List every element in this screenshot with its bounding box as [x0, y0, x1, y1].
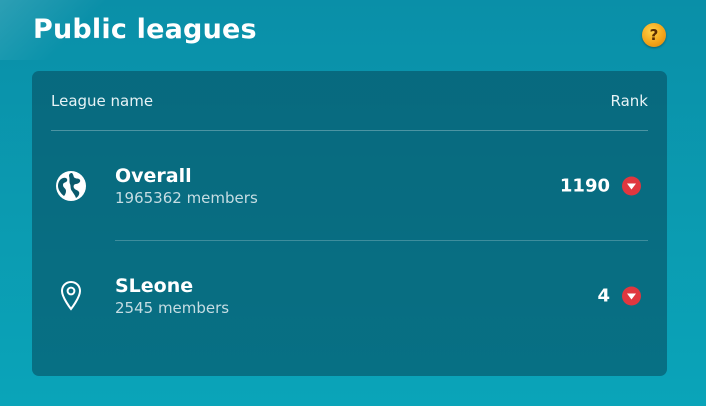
league-name[interactable]: Overall	[115, 164, 258, 188]
rank-down-arrow-icon	[622, 176, 641, 196]
rank-value: 4	[597, 285, 610, 307]
table-header: League name Rank	[51, 71, 648, 131]
league-member-count: 2545 members	[115, 299, 230, 317]
location-pin-icon	[60, 280, 82, 311]
leagues-panel: League name Rank Overall 1965362 members…	[32, 71, 667, 376]
globe-icon	[56, 171, 86, 201]
column-header-rank: Rank	[610, 91, 648, 110]
column-header-league-name: League name	[51, 91, 154, 110]
page-title: Public leagues	[33, 14, 257, 45]
league-member-count: 1965362 members	[115, 189, 258, 207]
league-name[interactable]: SLeone	[115, 274, 229, 298]
rank-cell: 1190	[560, 176, 641, 197]
rank-down-arrow-icon	[622, 286, 641, 306]
help-glyph: ?	[649, 26, 659, 44]
league-info: Overall 1965362 members	[115, 164, 258, 208]
rank-value: 1190	[559, 175, 610, 197]
rank-cell: 4	[597, 286, 641, 307]
league-info: SLeone 2545 members	[115, 274, 229, 318]
league-row-sleone[interactable]: SLeone 2545 members 4	[32, 241, 667, 351]
league-row-overall[interactable]: Overall 1965362 members 1190	[32, 131, 667, 241]
help-icon[interactable]: ?	[642, 23, 666, 47]
